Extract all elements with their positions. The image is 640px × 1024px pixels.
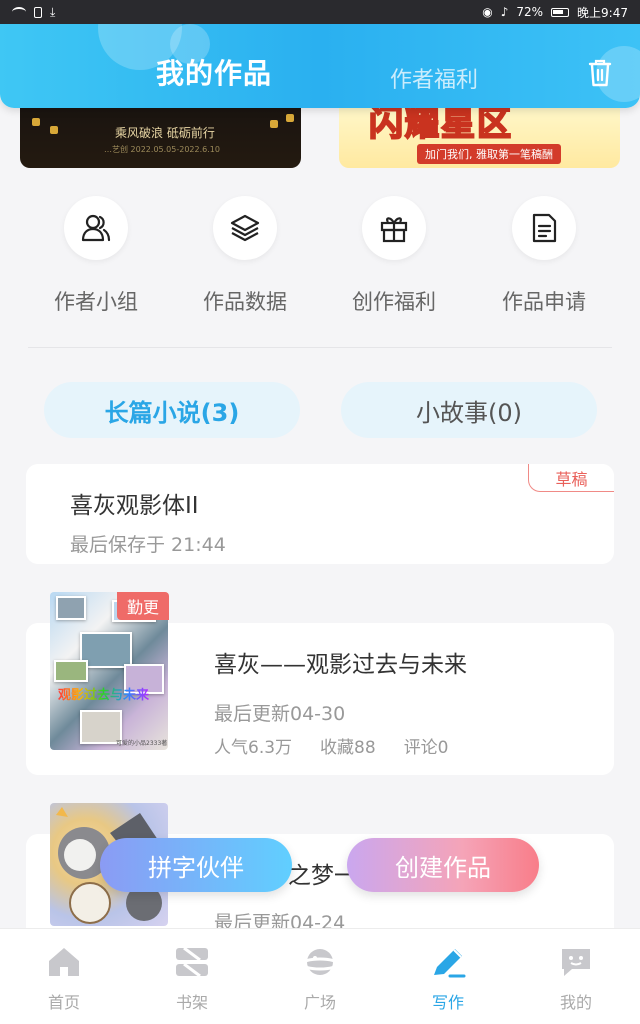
divider	[28, 347, 612, 348]
work-title: 喜灰——观影过去与未来	[214, 652, 467, 678]
battery-icon	[551, 7, 570, 17]
nav-mine[interactable]: 我的	[512, 929, 640, 1024]
bottom-nav: 首页 书架 广场 写作 我的	[0, 928, 640, 1024]
wifi-icon	[12, 7, 26, 17]
banner-right-title: 闪耀星区	[368, 108, 513, 145]
nav-write[interactable]: 写作	[384, 929, 512, 1024]
mute-icon: ♪	[500, 5, 509, 19]
banner-left-dates: …艺创 2022.05.05-2022.6.10	[104, 145, 220, 154]
people-icon	[64, 196, 128, 260]
document-icon	[512, 196, 576, 260]
cover-thumb	[54, 660, 88, 682]
nav-square[interactable]: 广场	[256, 929, 384, 1024]
draft-title: 喜灰观影体II	[70, 493, 199, 519]
nav-label: 写作	[431, 993, 464, 1012]
quick-author-group[interactable]: 作者小组	[36, 196, 156, 316]
draft-badge: 草稿	[528, 464, 614, 492]
decor-sparkle	[50, 126, 58, 134]
nav-label: 我的	[559, 993, 592, 1012]
trash-icon[interactable]	[588, 58, 612, 88]
clock: 晚上9:47	[577, 5, 628, 20]
work-stats: 人气6.3万 收藏88 评论0	[214, 733, 449, 758]
work-popularity: 人气6.3万	[214, 738, 293, 758]
cover-thumb	[56, 596, 86, 620]
quick-actions-grid: 作者小组 作品数据 创作福利 作品申请	[0, 196, 640, 326]
nav-label: 广场	[303, 993, 336, 1012]
planet-icon	[302, 949, 338, 975]
chat-bubble-icon	[562, 949, 590, 976]
decor-sparkle	[32, 118, 40, 126]
tab-long-novels[interactable]: 长篇小说(3)	[44, 382, 300, 438]
status-bar: ⤓ ◉ ♪ 72% 晚上9:47	[0, 0, 640, 24]
nav-bookshelf[interactable]: 书架	[128, 929, 256, 1024]
quick-work-application[interactable]: 作品申请	[484, 196, 604, 316]
create-work-button[interactable]: 创建作品	[347, 838, 539, 892]
quick-label: 创作福利	[352, 290, 436, 314]
eye-icon: ◉	[482, 5, 493, 19]
nav-home[interactable]: 首页	[0, 929, 128, 1024]
header: 我的作品 作者福利	[0, 24, 640, 108]
quick-label: 作者小组	[54, 290, 138, 314]
cover-title: 观影过去与未来	[58, 684, 149, 703]
banner-right-ribbon: 加门我们, 雅取第一笔稿酬	[417, 144, 561, 164]
decor-sparkle	[286, 114, 294, 122]
work-updated: 最后更新04-30	[214, 703, 346, 725]
decor-sparkle	[270, 120, 278, 128]
gift-icon	[362, 196, 426, 260]
nav-label: 书架	[175, 993, 208, 1012]
bookshelf-icon	[176, 946, 208, 978]
quick-work-data[interactable]: 作品数据	[185, 196, 305, 316]
layers-icon	[213, 196, 277, 260]
home-icon	[49, 948, 79, 976]
typing-partner-button[interactable]: 拼字伙伴	[100, 838, 292, 892]
download-icon: ⤓	[50, 4, 56, 19]
work-comments: 评论0	[403, 738, 449, 758]
cover-credit: 可爱的小品2333著	[116, 740, 168, 747]
tab-author-benefits[interactable]: 作者福利	[390, 62, 478, 94]
banner-left-slogan: 乘风破浪 砥砺前行	[115, 126, 215, 140]
sim-icon	[34, 6, 42, 18]
quick-label: 作品数据	[203, 290, 287, 314]
banner-event-left[interactable]: 乘风破浪 砥砺前行 …艺创 2022.05.05-2022.6.10	[20, 108, 301, 168]
tab-my-works[interactable]: 我的作品	[156, 52, 272, 92]
quick-label: 作品申请	[502, 290, 586, 314]
diligent-badge: 勤更	[117, 592, 169, 620]
battery-percent: 72%	[516, 5, 544, 19]
quick-creation-benefits[interactable]: 创作福利	[334, 196, 454, 316]
pen-icon	[434, 949, 466, 978]
tab-short-stories[interactable]: 小故事(0)	[341, 382, 597, 438]
work-favorites: 收藏88	[320, 738, 376, 758]
draft-saved-time: 最后保存于 21:44	[70, 534, 226, 556]
nav-label: 首页	[47, 993, 80, 1012]
banner-event-right[interactable]: 闪耀星区 加门我们, 雅取第一笔稿酬	[339, 108, 620, 168]
draft-card[interactable]: 喜灰观影体II 最后保存于 21:44 草稿	[26, 464, 614, 564]
